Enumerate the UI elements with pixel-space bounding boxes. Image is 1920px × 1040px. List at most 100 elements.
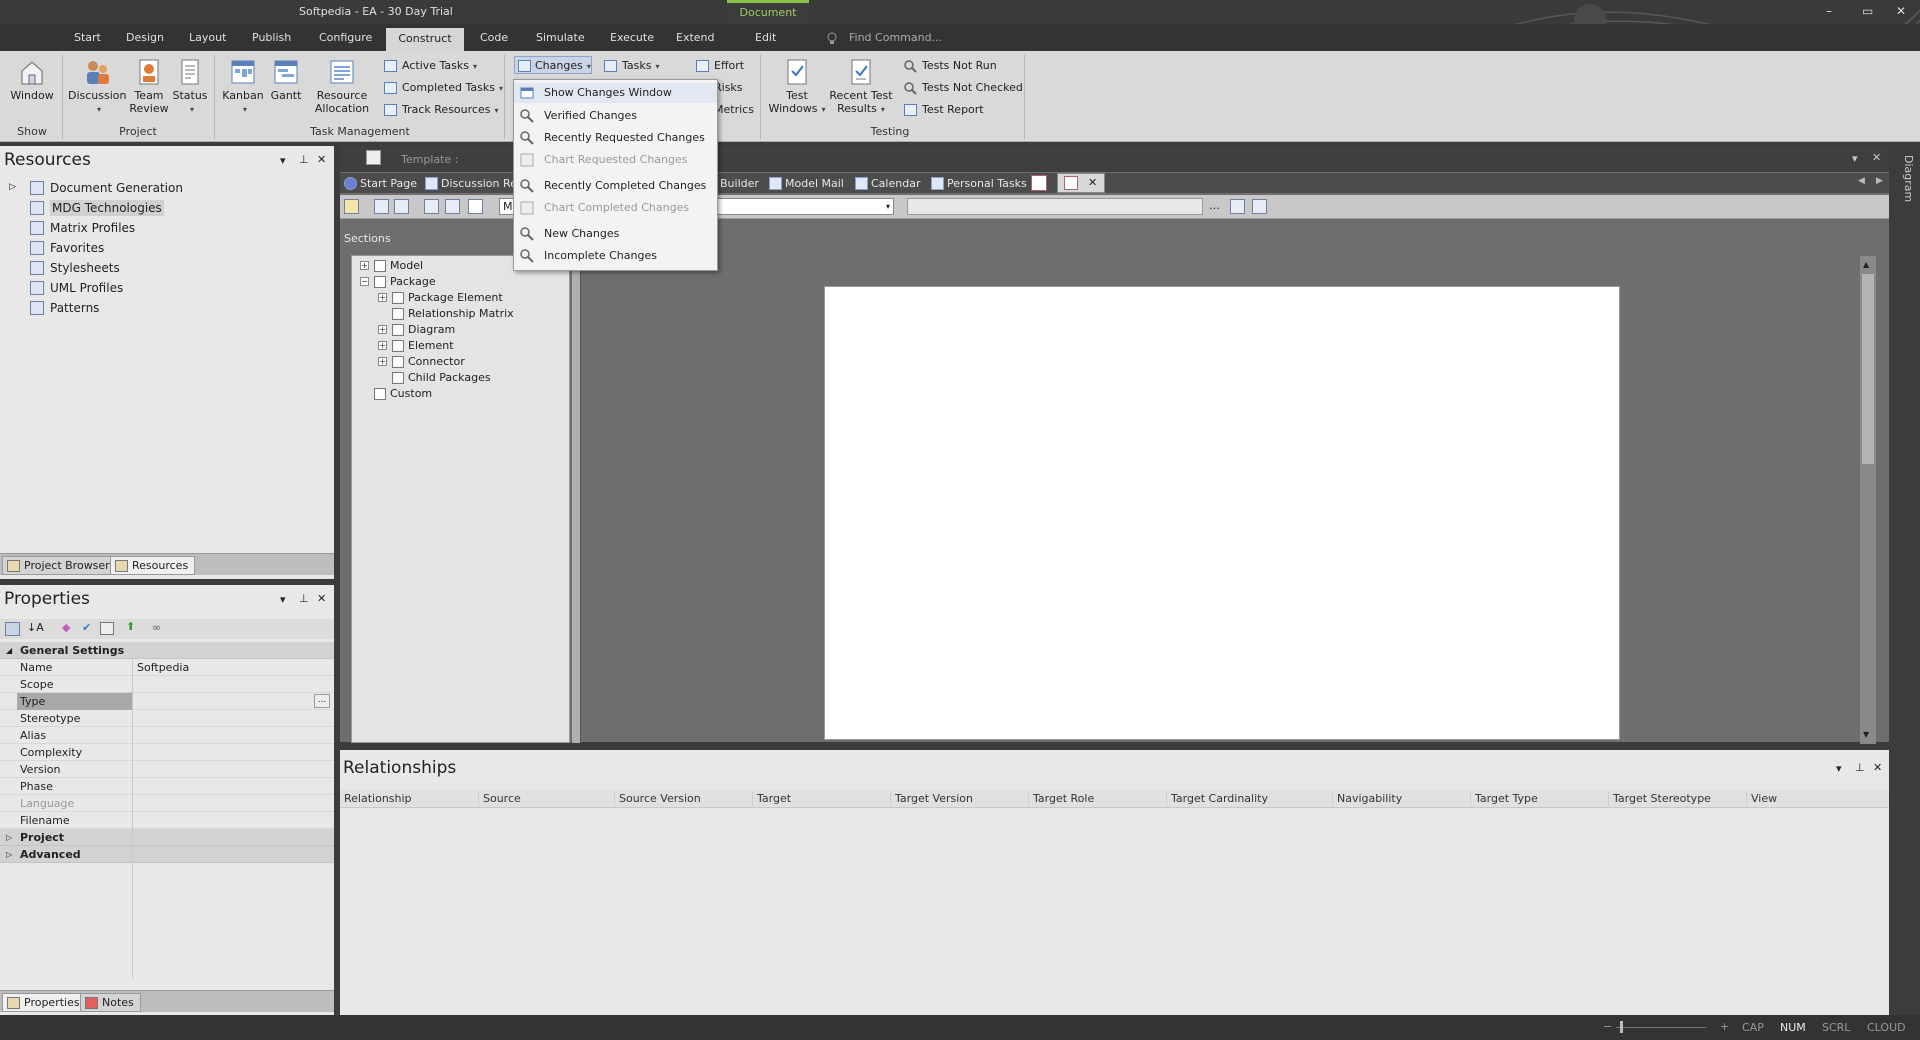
property-row-scope[interactable]: Scope [0,676,334,693]
property-row-filename[interactable]: Filename [0,812,334,829]
checkbox[interactable] [374,388,386,400]
tab-code[interactable]: Code [480,31,508,44]
save-icon[interactable] [374,199,389,214]
checkbox[interactable] [392,292,404,304]
section-connector[interactable]: + Connector [378,354,465,370]
image-icon[interactable] [424,199,439,214]
sort-alpha-icon[interactable]: ↓A [27,621,44,634]
tree-item-mdg-technologies[interactable]: MDG Technologies [30,198,164,218]
tab-notes[interactable]: Notes [80,993,141,1012]
team-review-button[interactable]: Team Review [128,57,170,115]
tab-simulate[interactable]: Simulate [536,31,585,44]
context-tab-document[interactable]: Document [727,0,809,24]
arrow-up-icon[interactable]: ⬆ [126,620,135,633]
column-navigability[interactable]: Navigability [1332,792,1402,806]
column-relationship[interactable]: Relationship [340,792,412,806]
section-project[interactable]: ▷ Project [0,829,334,846]
close-tab-icon[interactable]: ✕ [1088,176,1097,189]
check-icon[interactable]: ✔ [82,621,91,634]
tab-edit[interactable]: Edit [755,31,776,44]
tests-not-run-button[interactable]: Tests Not Run [904,57,997,75]
property-row-version[interactable]: Version [0,761,334,778]
side-tab-diagram[interactable]: Diagram [1895,155,1915,225]
expander-icon[interactable]: − [360,277,369,286]
restore-button[interactable]: ▭ [1862,4,1873,18]
tree-item-stylesheets[interactable]: Stylesheets [30,258,120,278]
scroll-up-icon[interactable]: ▲ [1863,260,1873,270]
panel-dropdown-icon[interactable]: ▾ [1836,762,1842,775]
column-target[interactable]: Target [752,792,791,806]
recent-test-results-button[interactable]: Recent Test Results ▾ [828,57,894,116]
tab-scroll-right-icon[interactable]: ▶ [1876,176,1883,186]
menu-incomplete-changes[interactable]: Incomplete Changes [514,246,717,266]
checkbox[interactable] [392,340,404,352]
doc-dropdown-icon[interactable]: ▾ [1852,152,1858,165]
diamond-icon[interactable]: ◆ [62,621,70,634]
scrollbar-thumb[interactable] [1862,274,1874,464]
close-window-button[interactable]: ✕ [1896,4,1906,18]
find-icon[interactable] [445,199,460,214]
checkbox[interactable] [374,260,386,272]
document-page-canvas[interactable] [824,286,1620,740]
zoom-out-button[interactable]: − [1603,1020,1612,1033]
gantt-button[interactable]: Gantt [268,57,304,102]
discussion-button[interactable]: Discussion ▾ [68,57,127,116]
calendar-tool-icon[interactable] [1230,199,1245,214]
page-icon[interactable] [468,199,483,214]
effort-button[interactable]: Effort [696,57,744,75]
menu-new-changes[interactable]: New Changes [514,224,717,244]
tab-layout[interactable]: Layout [189,31,226,44]
expand-arrow-icon[interactable]: ▷ [9,182,16,192]
scroll-down-icon[interactable]: ▼ [1863,730,1873,740]
checkbox[interactable] [392,372,404,384]
expander-icon[interactable]: + [378,357,387,366]
section-package-element[interactable]: + Package Element [378,290,503,306]
close-panel-icon[interactable]: ✕ [317,153,326,166]
track-resources-button[interactable]: Track Resources ▾ [384,101,498,119]
checkbox[interactable] [374,276,386,288]
property-row-complexity[interactable]: Complexity [0,744,334,761]
tasks-button[interactable]: Tasks ▾ [604,57,660,75]
tree-item-document-generation[interactable]: Document Generation [30,178,183,198]
settings-tool-icon[interactable] [1252,199,1267,214]
tab-publish[interactable]: Publish [252,31,291,44]
menu-show-changes-window[interactable]: Show Changes Window [514,83,717,103]
tab-model-mail[interactable]: Model Mail [769,176,844,192]
column-source[interactable]: Source [478,792,521,806]
completed-tasks-button[interactable]: Completed Tasks ▾ [384,79,503,97]
tab-start-page[interactable]: Start Page [344,176,417,192]
properties-icon[interactable] [100,622,114,635]
tab-properties[interactable]: Properties [2,993,87,1012]
tab-construct[interactable]: Construct [386,28,464,51]
section-advanced[interactable]: ▷ Advanced [0,846,334,863]
property-row-name[interactable]: Name Softpedia [0,659,334,676]
expander-icon[interactable]: + [378,293,387,302]
tab-resources[interactable]: Resources [110,556,196,575]
expander-icon[interactable]: + [378,325,387,334]
column-target-role[interactable]: Target Role [1028,792,1094,806]
menu-recently-requested-changes[interactable]: Recently Requested Changes [514,128,717,148]
expander-icon[interactable]: + [360,261,369,270]
resource-allocation-button[interactable]: Resource Allocation [314,57,370,115]
property-value[interactable]: Softpedia [137,659,189,676]
close-panel-icon[interactable]: ✕ [317,592,326,605]
property-row-alias[interactable]: Alias [0,727,334,744]
menu-verified-changes[interactable]: Verified Changes [514,106,717,126]
section-package[interactable]: − Package [360,274,436,290]
tab-extend[interactable]: Extend [676,31,715,44]
changes-button[interactable]: Changes ▾ [514,56,592,74]
status-button[interactable]: Status ▾ [172,57,208,116]
section-child-packages[interactable]: Child Packages [378,370,491,386]
kanban-button[interactable]: Kanban ▾ [220,57,266,116]
section-model[interactable]: + Model [360,258,423,274]
tree-item-uml-profiles[interactable]: UML Profiles [30,278,123,298]
tab-project-browser[interactable]: Project Browser [2,556,117,575]
close-panel-icon[interactable]: ✕ [1873,761,1882,774]
property-row-stereotype[interactable]: Stereotype [0,710,334,727]
section-diagram[interactable]: + Diagram [378,322,455,338]
glasses-icon[interactable]: ∞ [152,621,161,634]
column-target-cardinality[interactable]: Target Cardinality [1166,792,1268,806]
tab-calendar[interactable]: Calendar [855,176,920,192]
test-report-button[interactable]: Test Report [904,101,984,119]
tests-not-checked-button[interactable]: Tests Not Checked [904,79,1023,97]
